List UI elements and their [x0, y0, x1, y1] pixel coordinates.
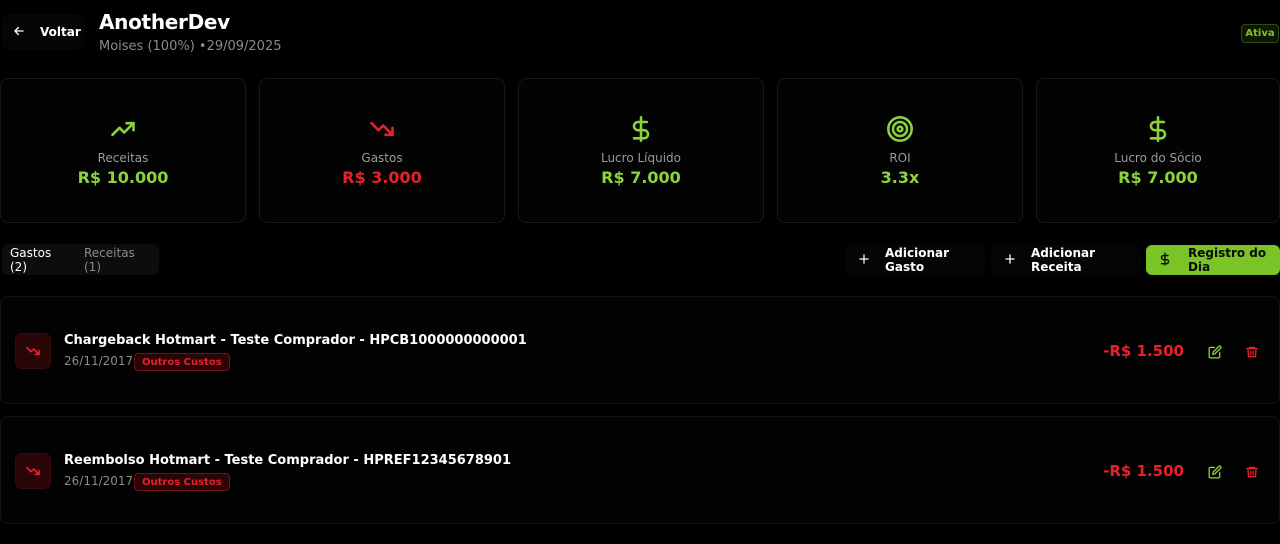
expense-row: Chargeback Hotmart - Teste Comprador - H… — [0, 296, 1280, 404]
add-expense-label: Adicionar Gasto — [885, 246, 950, 274]
expense-date: 26/11/2017 — [64, 354, 134, 368]
stat-label: Gastos — [361, 151, 403, 165]
stat-value: R$ 7.000 — [601, 168, 681, 187]
stat-card-receitas: Receitas R$ 10.000 — [0, 78, 246, 223]
expense-title: Reembolso Hotmart - Teste Comprador - HP… — [64, 453, 512, 468]
add-expense-button[interactable]: Adicionar Gasto — [845, 245, 985, 275]
trending-down-icon — [15, 453, 51, 489]
trash-icon[interactable] — [1245, 464, 1261, 480]
tab-gastos[interactable]: Gastos (2) — [2, 246, 76, 274]
tab-receitas[interactable]: Receitas (1) — [76, 246, 159, 274]
expense-amount: -R$ 1.500 — [1103, 342, 1184, 360]
expense-category-badge: Outros Custos — [134, 353, 230, 371]
trending-down-icon — [368, 115, 396, 143]
dollar-icon — [1158, 251, 1172, 269]
page-title: AnotherDev — [99, 10, 230, 34]
add-income-button[interactable]: Adicionar Receita — [991, 245, 1141, 275]
stat-card-gastos: Gastos R$ 3.000 — [259, 78, 505, 223]
stat-value: R$ 7.000 — [1118, 168, 1198, 187]
status-badge: Ativa — [1241, 24, 1279, 43]
stat-card-lucro-liquido: Lucro Líquido R$ 7.000 — [518, 78, 764, 223]
tab-list: Gastos (2) Receitas (1) — [2, 244, 159, 275]
stat-label: Lucro Líquido — [600, 151, 682, 165]
dollar-icon — [627, 115, 655, 143]
dollar-icon — [1144, 115, 1172, 143]
project-detail-page: Voltar AnotherDev Moises (100%) •29/09/2… — [0, 0, 1280, 544]
stat-label: Lucro do Sócio — [1114, 151, 1202, 165]
expense-row: Reembolso Hotmart - Teste Comprador - HP… — [0, 416, 1280, 524]
add-income-label: Adicionar Receita — [1031, 246, 1096, 274]
stat-label: ROI — [889, 151, 911, 165]
back-button[interactable]: Voltar — [2, 14, 84, 50]
expense-category-badge: Outros Custos — [134, 473, 230, 491]
edit-icon[interactable] — [1208, 464, 1224, 480]
stat-card-lucro-socio: Lucro do Sócio R$ 7.000 — [1036, 78, 1280, 223]
daily-record-button[interactable]: Registro do Dia — [1146, 245, 1280, 275]
plus-icon — [857, 252, 871, 269]
trash-icon[interactable] — [1245, 344, 1261, 360]
trending-up-icon — [109, 115, 137, 143]
expense-amount: -R$ 1.500 — [1103, 462, 1184, 480]
stat-label: Receitas — [97, 151, 149, 165]
expense-date: 26/11/2017 — [64, 474, 134, 488]
edit-icon[interactable] — [1208, 344, 1224, 360]
arrow-left-icon — [12, 23, 26, 42]
stat-value: 3.3x — [880, 168, 920, 187]
back-label: Voltar — [40, 25, 81, 39]
stat-value: R$ 10.000 — [77, 168, 169, 187]
project-meta: Moises (100%) •29/09/2025 — [99, 39, 282, 54]
stat-value: R$ 3.000 — [342, 168, 422, 187]
plus-icon — [1003, 252, 1017, 269]
stat-card-roi: ROI 3.3x — [777, 78, 1023, 223]
stats-row: Receitas R$ 10.000 Gastos R$ 3.000 Lucro… — [0, 78, 1280, 223]
trending-down-icon — [15, 333, 51, 369]
expense-title: Chargeback Hotmart - Teste Comprador - H… — [64, 333, 527, 348]
target-icon — [886, 115, 914, 143]
daily-record-label: Registro do Dia — [1188, 246, 1267, 274]
